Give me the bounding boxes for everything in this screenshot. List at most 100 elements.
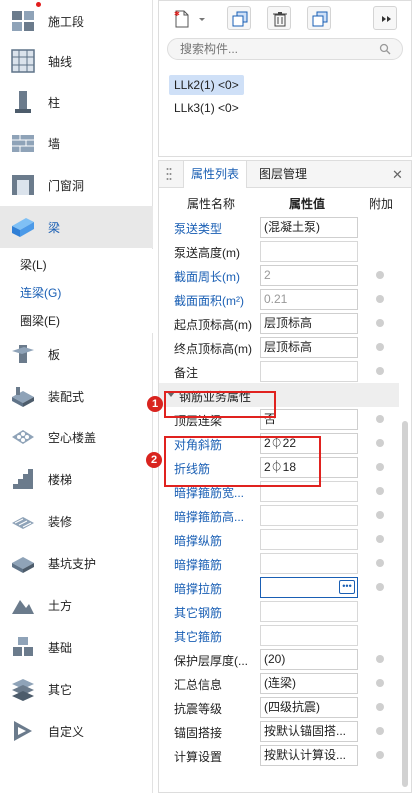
expand-button[interactable] — [373, 6, 397, 30]
sidebar-item-pit-support[interactable]: 基坑支护 — [0, 542, 153, 584]
attach-indicator[interactable] — [376, 727, 384, 735]
property-row[interactable]: 其它箍筋 — [159, 623, 399, 647]
property-row[interactable]: 截面周长(m) 2 — [159, 263, 399, 287]
attach-indicator[interactable] — [376, 583, 384, 591]
property-value-field[interactable]: 层顶标高 — [260, 337, 358, 358]
attach-indicator[interactable] — [376, 511, 384, 519]
sidebar-item-earthwork[interactable]: 土方 — [0, 584, 153, 626]
more-options-button[interactable]: ••• — [339, 580, 355, 594]
header-name: 属性名称 — [187, 197, 236, 211]
sidebar-item-label: 梁 — [48, 221, 61, 235]
property-value-field[interactable] — [260, 529, 358, 550]
attach-indicator[interactable] — [376, 751, 384, 759]
property-value-field[interactable]: (连梁) — [260, 673, 358, 694]
property-value-field[interactable]: 2 — [260, 265, 358, 286]
attach-indicator[interactable] — [376, 703, 384, 711]
property-value-field[interactable]: (混凝土泵) — [260, 217, 358, 238]
property-row[interactable]: 暗撑箍筋高... — [159, 503, 399, 527]
property-value-field[interactable]: (20) — [260, 649, 358, 670]
delete-component-button[interactable] — [267, 6, 291, 30]
sidebar-item-label: 空心楼盖 — [48, 431, 97, 445]
property-row[interactable]: 锚固搭接 按默认锚固搭... — [159, 719, 399, 743]
property-value-field[interactable] — [260, 241, 358, 262]
property-row[interactable]: 截面面积(m²) 0.21 — [159, 287, 399, 311]
property-value-field[interactable] — [260, 361, 358, 382]
attach-indicator[interactable] — [376, 463, 384, 471]
property-value-field[interactable]: 0.21 — [260, 289, 358, 310]
component-list-panel: ✱ LLk2(1) <0> LLk3(1) <0> — [158, 0, 412, 157]
attach-indicator[interactable] — [376, 487, 384, 495]
component-search-input[interactable] — [167, 38, 403, 60]
property-row[interactable]: 保护层厚度(... (20) — [159, 647, 399, 671]
property-row[interactable]: 其它钢筋 — [159, 599, 399, 623]
sidebar-item-column[interactable]: 柱 — [0, 81, 153, 123]
subtype-beam-l[interactable]: 梁(L) — [20, 256, 47, 273]
copy-component-button[interactable] — [227, 6, 251, 30]
sidebar-item-label: 施工段 — [48, 15, 85, 29]
property-row[interactable]: 计算设置 按默认计算设... — [159, 743, 399, 767]
table-header: 属性名称 属性值 附加 — [159, 192, 399, 214]
sidebar-item-door-window[interactable]: 门窗洞 — [0, 164, 153, 206]
property-name: 暗撑箍筋 — [174, 558, 223, 572]
attach-indicator[interactable] — [376, 271, 384, 279]
close-icon[interactable]: ✕ — [392, 167, 403, 183]
tab-layers[interactable]: 图层管理 — [252, 161, 314, 188]
subtype-ring-beam-e[interactable]: 圈梁(E) — [20, 312, 60, 329]
property-value-field[interactable]: 按默认计算设... — [260, 745, 358, 766]
sidebar-item-wall[interactable]: 墙 — [0, 122, 153, 164]
attach-indicator[interactable] — [376, 415, 384, 423]
property-row[interactable]: 起点顶标高(m) 层顶标高 — [159, 311, 399, 335]
grid-axis-icon — [10, 48, 36, 74]
property-row[interactable]: 泵送高度(m) — [159, 239, 399, 263]
attach-indicator[interactable] — [376, 343, 384, 351]
attach-indicator[interactable] — [376, 679, 384, 687]
sidebar-item-other[interactable]: 其它 — [0, 668, 153, 710]
attach-indicator[interactable] — [376, 439, 384, 447]
sidebar-item-label: 土方 — [48, 599, 73, 613]
sidebar-item-decoration[interactable]: 装修 — [0, 500, 153, 542]
property-value-field[interactable] — [260, 505, 358, 526]
subtype-coupling-beam-g[interactable]: 连梁(G) — [20, 284, 61, 301]
property-value-field[interactable]: 按默认锚固搭... — [260, 721, 358, 742]
vertical-scrollbar[interactable] — [402, 421, 408, 787]
property-row[interactable]: 抗震等级 (四级抗震) — [159, 695, 399, 719]
sidebar-item-slab[interactable]: 板 — [0, 333, 153, 375]
property-row[interactable]: 终点顶标高(m) 层顶标高 — [159, 335, 399, 359]
sidebar-item-prefab[interactable]: 装配式 — [0, 375, 153, 417]
sidebar-item-foundation[interactable]: 基础 — [0, 626, 153, 668]
property-row[interactable]: 暗撑拉筋 ••• — [159, 575, 399, 599]
property-value-field[interactable] — [260, 553, 358, 574]
component-item-llk3[interactable]: LLk3(1) <0> — [169, 98, 244, 118]
sidebar-item-custom[interactable]: 自定义 — [0, 710, 153, 752]
tab-properties[interactable]: 属性列表 — [183, 161, 248, 188]
attach-indicator[interactable] — [376, 295, 384, 303]
component-item-llk2[interactable]: LLk2(1) <0> — [169, 75, 244, 95]
property-row[interactable]: 泵送类型 (混凝土泵) — [159, 215, 399, 239]
attach-indicator[interactable] — [376, 319, 384, 327]
sidebar-item-grid-axis[interactable]: 轴线 — [0, 40, 153, 82]
sidebar-item-construction-segment[interactable]: 施工段 — [0, 0, 153, 42]
attach-indicator[interactable] — [376, 535, 384, 543]
sidebar-item-label: 装配式 — [48, 390, 85, 404]
property-row[interactable]: 暗撑纵筋 — [159, 527, 399, 551]
property-value-field[interactable] — [260, 601, 358, 622]
sidebar-item-stair[interactable]: 楼梯 — [0, 458, 153, 500]
sidebar-item-beam[interactable]: 梁 — [0, 206, 153, 248]
property-name: 其它钢筋 — [174, 606, 223, 620]
property-value-field[interactable]: (四级抗震) — [260, 697, 358, 718]
attach-indicator[interactable] — [376, 367, 384, 375]
sidebar-item-hollow-floor[interactable]: 空心楼盖 — [0, 416, 153, 458]
property-name: 计算设置 — [174, 750, 223, 764]
pit-support-icon — [10, 550, 36, 576]
attach-indicator[interactable] — [376, 559, 384, 567]
property-name: 起点顶标高(m) — [174, 318, 252, 332]
property-value-field[interactable] — [260, 625, 358, 646]
attach-indicator[interactable] — [376, 655, 384, 663]
property-value-field[interactable]: 层顶标高 — [260, 313, 358, 334]
property-row[interactable]: 暗撑箍筋 — [159, 551, 399, 575]
new-component-button[interactable]: ✱ — [169, 6, 209, 30]
property-row[interactable]: 汇总信息 (连梁) — [159, 671, 399, 695]
drag-handle-icon[interactable] — [166, 167, 172, 184]
layer-copy-button[interactable] — [307, 6, 331, 30]
property-row[interactable]: 备注 — [159, 359, 399, 383]
